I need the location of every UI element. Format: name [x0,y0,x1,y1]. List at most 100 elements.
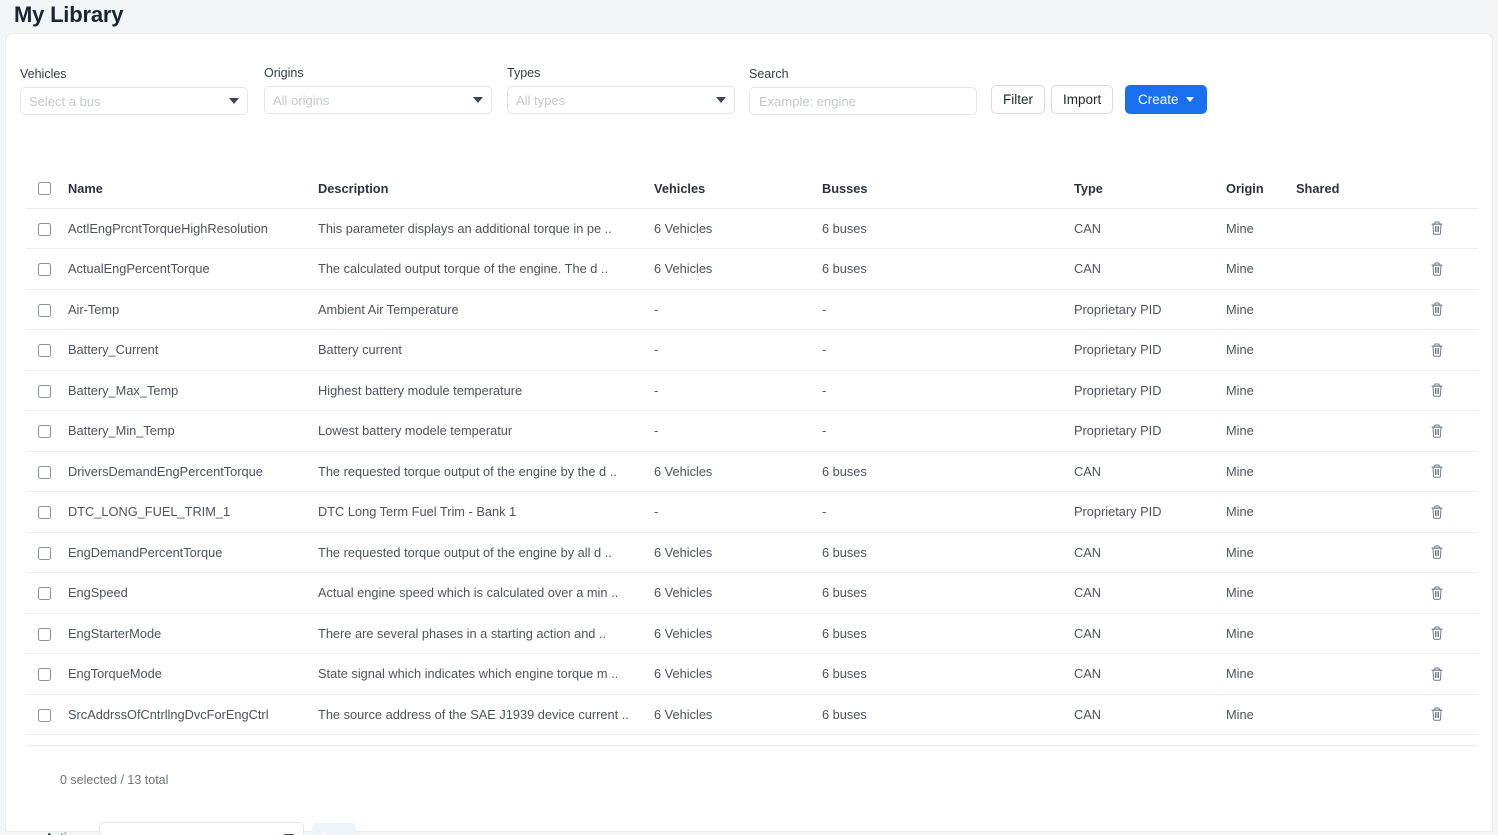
delete-row-button[interactable] [1396,382,1478,398]
delete-row-button[interactable] [1396,625,1478,641]
cell-vehicles: - [654,491,822,533]
cell-origin: Mine [1226,491,1296,533]
cell-vehicles: - [654,329,822,371]
cell-vehicles: 6 Vehicles [654,653,822,695]
table-row[interactable]: EngStarterMode There are several phases i… [26,613,1478,655]
search-filter: Search [749,67,977,115]
cell-vehicles: 6 Vehicles [654,451,822,493]
table-row[interactable]: SrcAddrssOfCntrllngDvcForEngCtrl The sour… [26,694,1478,736]
column-header-shared[interactable]: Shared [1296,180,1396,209]
import-button[interactable]: Import [1051,85,1114,114]
delete-row-button[interactable] [1396,220,1478,236]
delete-row-button[interactable] [1396,342,1478,358]
table-row[interactable]: Battery_Min_Temp Lowest battery modele te… [26,410,1478,452]
types-select[interactable]: All types [507,86,735,114]
table-row[interactable]: Air-Temp Ambient Air Temperature - - Proprie… [26,289,1478,331]
table-row[interactable]: EngTorqueMode State signal which indicate… [26,653,1478,695]
filter-button[interactable]: Filter [991,85,1045,114]
table-row[interactable]: DTC_LONG_FUEL_TRIM_1 DTC Long Term Fuel T… [26,491,1478,533]
cell-name[interactable]: SrcAddrssOfCntrllngDvcForEngCtrl [68,694,318,736]
vehicles-select[interactable]: Select a bus [20,87,248,115]
cell-name[interactable]: ActualEngPercentTorque [68,248,318,290]
row-checkbox[interactable] [38,627,51,641]
cell-name[interactable]: EngSpeed [68,572,318,614]
table-row[interactable]: EngDemandPercentTorque The requested torq… [26,532,1478,574]
table-row[interactable]: ActualEngPercentTorque The calculated out… [26,248,1478,290]
cell-description: The requested torque output of the engin… [318,451,654,493]
column-header-name[interactable]: Name [68,180,318,209]
create-button[interactable]: Create [1125,85,1207,114]
row-checkbox[interactable] [38,506,51,520]
cell-shared [1296,208,1396,250]
delete-row-button[interactable] [1396,301,1478,317]
types-filter-label: Types [507,66,541,80]
cell-name[interactable]: EngTorqueMode [68,653,318,695]
delete-row-button[interactable] [1396,504,1478,520]
search-input[interactable] [749,87,977,115]
cell-name[interactable]: DTC_LONG_FUEL_TRIM_1 [68,491,318,533]
table-row[interactable]: ActlEngPrcntTorqueHighResolution This par… [26,208,1478,250]
cell-name[interactable]: EngDemandPercentTorque [68,532,318,574]
delete-row-button[interactable] [1396,463,1478,479]
row-checkbox[interactable] [38,263,51,277]
origins-select[interactable]: All origins [264,86,492,114]
column-header-description[interactable]: Description [318,180,654,209]
types-filter: Types All types [507,66,735,114]
select-all-checkbox[interactable] [38,181,51,195]
column-header-busses[interactable]: Busses [822,180,1074,209]
actions-select[interactable]: --------- [99,822,305,835]
cell-name[interactable]: EngStarterMode [68,613,318,655]
cell-name[interactable]: ActlEngPrcntTorqueHighResolution [68,208,318,250]
column-header-type[interactable]: Type [1074,180,1226,209]
cell-shared [1296,289,1396,331]
cell-vehicles: 6 Vehicles [654,532,822,574]
delete-row-button[interactable] [1396,261,1478,277]
table-row[interactable]: Battery_Current Battery current - - Propriet… [26,329,1478,371]
cell-vehicles: 6 Vehicles [654,613,822,655]
run-button[interactable]: Run [312,823,357,835]
row-checkbox[interactable] [38,384,51,398]
cell-description: DTC Long Term Fuel Trim - Bank 1 [318,491,654,533]
delete-row-button[interactable] [1396,544,1478,560]
cell-type: CAN [1074,653,1226,695]
cell-origin: Mine [1226,694,1296,736]
cell-type: Proprietary PID [1074,410,1226,452]
cell-actions [1396,613,1478,655]
row-checkbox[interactable] [38,344,51,358]
column-header-origin[interactable]: Origin [1226,180,1296,209]
cell-busses: 6 buses [822,653,1074,695]
table-row[interactable]: Battery_Max_Temp Highest battery module t… [26,370,1478,412]
cell-name[interactable]: DriversDemandEngPercentTorque [68,451,318,493]
cell-name[interactable]: Air-Temp [68,289,318,331]
column-header-vehicles[interactable]: Vehicles [654,180,822,209]
vehicles-filter-label: Vehicles [20,67,67,81]
cell-shared [1296,451,1396,493]
cell-origin: Mine [1226,451,1296,493]
row-checkbox[interactable] [38,587,51,601]
table-row[interactable]: EngSpeed Actual engine speed which is cal… [26,572,1478,614]
row-checkbox[interactable] [38,222,51,236]
cell-name[interactable]: Battery_Current [68,329,318,371]
cell-origin: Mine [1226,410,1296,452]
delete-row-button[interactable] [1396,585,1478,601]
page-title: My Library [14,2,124,27]
cell-name[interactable]: Battery_Min_Temp [68,410,318,452]
cell-origin: Mine [1226,329,1296,371]
cell-type: CAN [1074,208,1226,250]
delete-row-button[interactable] [1396,706,1478,722]
table-row[interactable]: DriversDemandEngPercentTorque The request… [26,451,1478,493]
row-checkbox[interactable] [38,668,51,682]
cell-actions [1396,289,1478,331]
row-checkbox[interactable] [38,303,51,317]
cell-busses: 6 buses [822,208,1074,250]
cell-origin: Mine [1226,572,1296,614]
delete-row-button[interactable] [1396,423,1478,439]
cell-name[interactable]: Battery_Max_Temp [68,370,318,412]
row-checkbox[interactable] [38,546,51,560]
cell-type: Proprietary PID [1074,329,1226,371]
chevron-down-icon [1185,97,1194,102]
row-checkbox[interactable] [38,465,51,479]
row-checkbox[interactable] [38,425,51,439]
delete-row-button[interactable] [1396,666,1478,682]
row-checkbox[interactable] [38,708,51,722]
